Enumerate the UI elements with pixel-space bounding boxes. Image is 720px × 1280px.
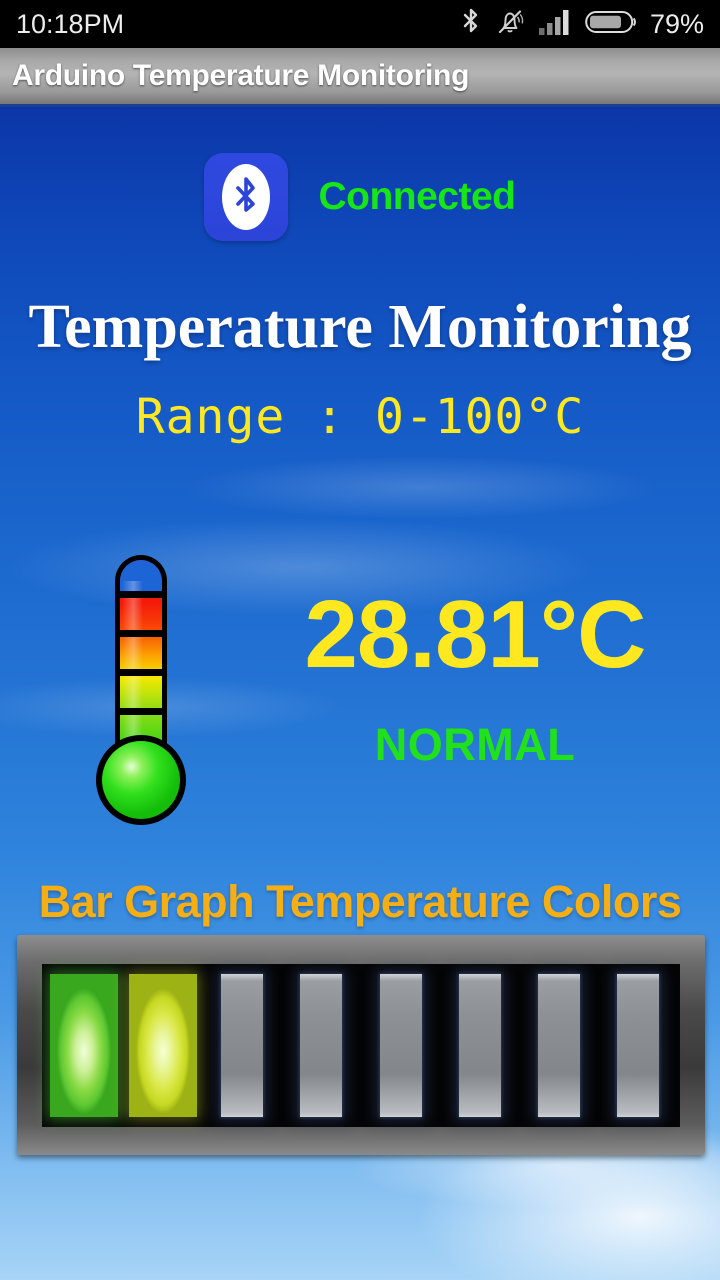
led-segment-unlit: [221, 973, 264, 1117]
bargraph-panel: [17, 935, 705, 1155]
status-bar: 10:18PM 79%: [0, 0, 720, 48]
bluetooth-icon-disc: [222, 164, 271, 230]
battery-icon: [585, 9, 637, 40]
bargraph-led-strip: [42, 963, 680, 1127]
led-segment-unlit: [379, 973, 422, 1117]
thermometer-tick: [117, 708, 165, 715]
bargraph-heading: Bar Graph Temperature Colors: [38, 876, 682, 927]
led-segment-8: [604, 973, 672, 1117]
thermometer-tick: [117, 669, 165, 676]
signal-bars-icon: [538, 8, 572, 41]
battery-percent-label: 79%: [649, 8, 704, 39]
thermometer-tick: [117, 630, 165, 637]
led-segment-6: [446, 973, 514, 1117]
temperature-state-badge: NORMAL: [374, 719, 576, 770]
connection-status-label: Connected: [318, 175, 516, 218]
led-segment-3: [208, 973, 276, 1117]
led-segment-lit: [129, 973, 198, 1117]
action-bar: Arduino Temperature Monitoring: [0, 48, 720, 107]
thermometer-gauge: [82, 547, 200, 837]
bluetooth-icon: [460, 7, 482, 42]
led-segment-1: [50, 973, 118, 1117]
led-segment-lit: [50, 973, 118, 1117]
led-segment-5: [367, 973, 435, 1117]
led-segment-unlit: [458, 973, 501, 1117]
led-segment-7: [525, 973, 593, 1117]
connection-row[interactable]: Connected: [0, 152, 720, 242]
led-segment-unlit: [537, 973, 580, 1117]
page-title: Arduino Temperature Monitoring: [12, 59, 470, 92]
status-bar-clock: 10:18PM: [16, 8, 125, 39]
status-bar-icons: 79%: [460, 7, 704, 42]
monitor-heading: Temperature Monitoring: [28, 293, 692, 361]
led-segment-4: [287, 973, 355, 1117]
led-segment-unlit: [300, 973, 343, 1117]
temperature-value: 28.81°C: [304, 581, 647, 688]
app-screen: 10:18PM 79% Arduino Temperature Monitori…: [0, 0, 720, 1280]
led-segment-2: [129, 973, 198, 1117]
range-label: Range : 0-100°C: [135, 389, 585, 445]
led-segment-unlit: [616, 973, 659, 1117]
bluetooth-icon[interactable]: [204, 153, 289, 241]
thermometer-tick: [119, 591, 163, 598]
main-content: Connected Temperature Monitoring Range :…: [0, 107, 720, 1280]
silent-bell-icon: [495, 7, 525, 42]
